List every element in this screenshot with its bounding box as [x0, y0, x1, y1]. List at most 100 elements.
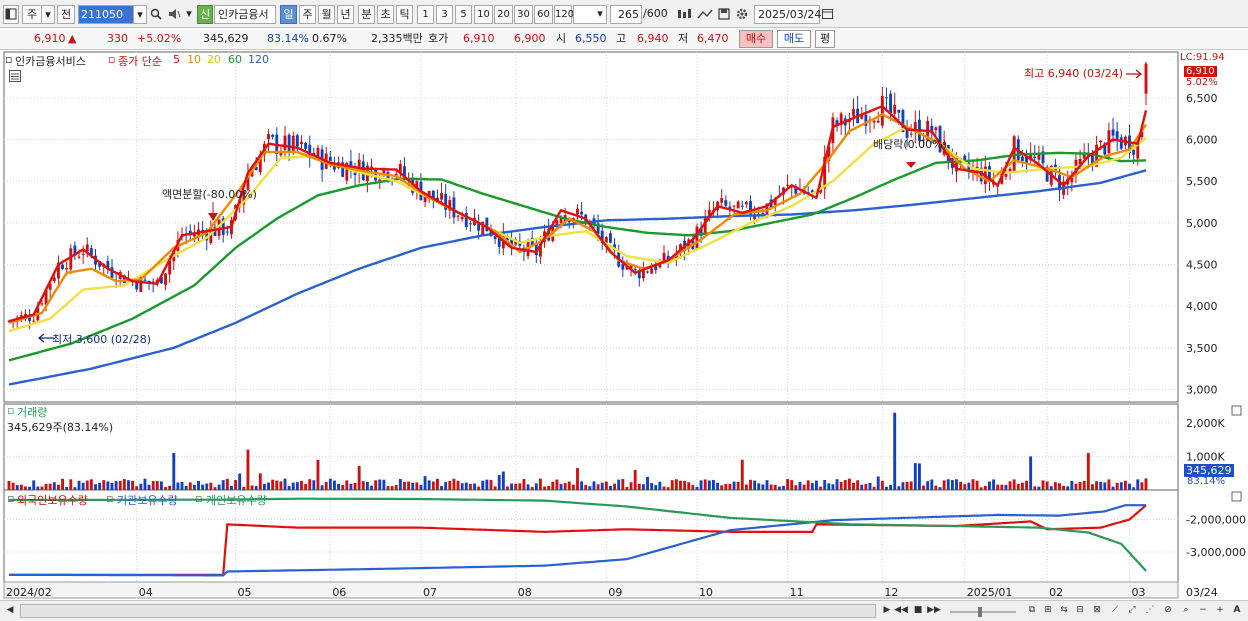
candle-body	[621, 264, 625, 270]
period-select[interactable]: 주	[22, 5, 42, 24]
evaluate-button[interactable]: 평	[815, 30, 835, 48]
fast-forward-icon[interactable]: ▶▶	[927, 604, 941, 618]
zoom-out-icon[interactable]: −	[1196, 604, 1210, 618]
window-icon[interactable]	[3, 5, 19, 24]
chart-area[interactable]: 6,500 6,000 5,500 5,000 4,500 4,000 3,500 3,000…	[0, 50, 1248, 600]
interval-5[interactable]: 5	[455, 5, 472, 24]
volume-bar	[1012, 479, 1016, 490]
individual-toggle-icon[interactable]: ▫	[195, 492, 202, 505]
candle-body	[720, 198, 724, 203]
chart-tools-icon[interactable]	[676, 5, 694, 24]
ma-legend-label: 종가 단순	[118, 55, 162, 68]
calendar-icon[interactable]	[820, 5, 834, 24]
current-price: 6,910	[34, 32, 66, 45]
interval-30[interactable]: 30	[514, 5, 533, 24]
volume-bar	[938, 487, 942, 490]
buy-button[interactable]: 매수	[739, 30, 773, 48]
zoom-in-icon[interactable]: +	[1213, 604, 1227, 618]
tab-week[interactable]: 주	[299, 5, 316, 24]
search-icon[interactable]	[148, 5, 164, 24]
chevron-down-icon[interactable]: ▾	[41, 5, 55, 24]
volume-bar	[497, 474, 501, 490]
stock-code-input[interactable]: 211050	[78, 5, 134, 24]
compare-icon[interactable]: ⇆	[1057, 604, 1071, 618]
link-icon[interactable]: ⊘	[1161, 604, 1175, 618]
candle-body	[609, 233, 612, 243]
volume-bar	[1016, 483, 1020, 490]
volume-bar	[514, 483, 518, 490]
volume-bar	[604, 481, 608, 490]
stock-chart[interactable]: 6,500 6,000 5,500 5,000 4,500 4,000 3,500 3,000…	[0, 50, 1248, 600]
bar-view-icon[interactable]: ⊠	[1090, 604, 1104, 618]
tab-year[interactable]: 년	[337, 5, 354, 24]
prev-button[interactable]: 전	[57, 5, 75, 24]
drawing-tools-icon[interactable]	[696, 5, 714, 24]
chevron-down-icon[interactable]: ▾	[593, 5, 607, 24]
candle-body	[1012, 136, 1016, 171]
interval-3[interactable]: 3	[436, 5, 453, 24]
chevron-down-icon[interactable]: ▾	[133, 5, 147, 24]
save-icon[interactable]	[715, 5, 733, 24]
tab-day[interactable]: 일	[280, 5, 297, 24]
ma-legend-toggle-icon[interactable]: ▫	[5, 53, 12, 66]
volume-bar	[695, 486, 699, 490]
stop-icon[interactable]: ■	[911, 604, 925, 618]
interval-60[interactable]: 60	[534, 5, 553, 24]
volume-toggle-icon[interactable]: ▫	[7, 404, 14, 417]
date-tick-label: 07	[423, 586, 437, 599]
candle-body	[885, 97, 888, 99]
fib-tool-icon[interactable]: ⋰	[1143, 604, 1157, 618]
volume-bar	[464, 482, 468, 490]
volume-bar	[365, 481, 369, 490]
institution-toggle-icon[interactable]: ▫	[106, 492, 113, 505]
ma-toggle-icon[interactable]: ▫	[108, 53, 115, 66]
holdings-tick-label: -3,000,000	[1186, 546, 1246, 559]
speaker-icon[interactable]	[166, 5, 184, 24]
tab-tick[interactable]: 틱	[396, 5, 413, 24]
volume-bar	[827, 483, 831, 490]
play-forward-icon[interactable]: ▶	[880, 604, 894, 618]
interval-10[interactable]: 10	[474, 5, 493, 24]
date-tick-label: 05	[238, 586, 252, 599]
rewind-icon[interactable]: ◀◀	[894, 604, 908, 618]
line-tool-icon[interactable]: ⟋	[1108, 604, 1122, 618]
scroll-left-icon[interactable]: ◀	[3, 604, 17, 618]
tab-month[interactable]: 월	[318, 5, 335, 24]
gear-icon[interactable]	[733, 5, 751, 24]
date-input[interactable]: 2025/03/24	[754, 5, 821, 24]
price-tick-label: 5,500	[1186, 175, 1218, 188]
volume-bar	[1025, 480, 1028, 490]
volume-bar	[473, 483, 476, 490]
interval-120[interactable]: 120	[554, 5, 574, 24]
zoom-slider[interactable]	[948, 604, 1018, 618]
grid-icon[interactable]: ⊟	[1073, 604, 1087, 618]
chevron-down-icon[interactable]: ▾	[184, 5, 194, 24]
layout-icon[interactable]: ⧉	[1025, 604, 1039, 618]
interval-20[interactable]: 20	[494, 5, 513, 24]
stock-name-field[interactable]: 인카금융서	[214, 5, 276, 24]
interval-1[interactable]: 1	[417, 5, 434, 24]
pct-tag: 5.02%	[1186, 77, 1218, 88]
split-view-icon[interactable]: ⊞	[1041, 604, 1055, 618]
font-size-icon[interactable]: A	[1230, 604, 1244, 618]
volume-bar	[246, 449, 250, 490]
volume-bar	[860, 484, 864, 490]
volume-bar	[847, 478, 851, 490]
high-price: 6,940	[637, 32, 669, 45]
foreign-toggle-icon[interactable]: ▫	[7, 492, 14, 505]
count-input[interactable]: 265	[610, 5, 642, 24]
tab-minute[interactable]: 분	[358, 5, 375, 24]
sell-button[interactable]: 매도	[777, 30, 811, 48]
tab-second[interactable]: 초	[377, 5, 394, 24]
volume-bar	[24, 486, 27, 490]
scroll-thumb[interactable]	[20, 604, 876, 618]
ask-price: 6,910	[463, 32, 495, 45]
ask-label: 호가	[428, 32, 449, 45]
volume-bar	[617, 479, 621, 490]
split-annotation: 액면분할(-80.00%)	[162, 188, 257, 201]
trend-tool-icon[interactable]: ⤢	[1125, 604, 1139, 618]
chart-scrollbar[interactable]: ◀ ▶ ◀◀ ■ ▶▶ ⧉ ⊞ ⇆ ⊟ ⊠ ⟋ ⤢ ⋰ ⊘ ⌕ − + A	[0, 600, 1248, 621]
volume-bar	[819, 486, 822, 490]
zoom-icon[interactable]: ⌕	[1179, 604, 1193, 618]
volume-bar	[345, 480, 349, 490]
